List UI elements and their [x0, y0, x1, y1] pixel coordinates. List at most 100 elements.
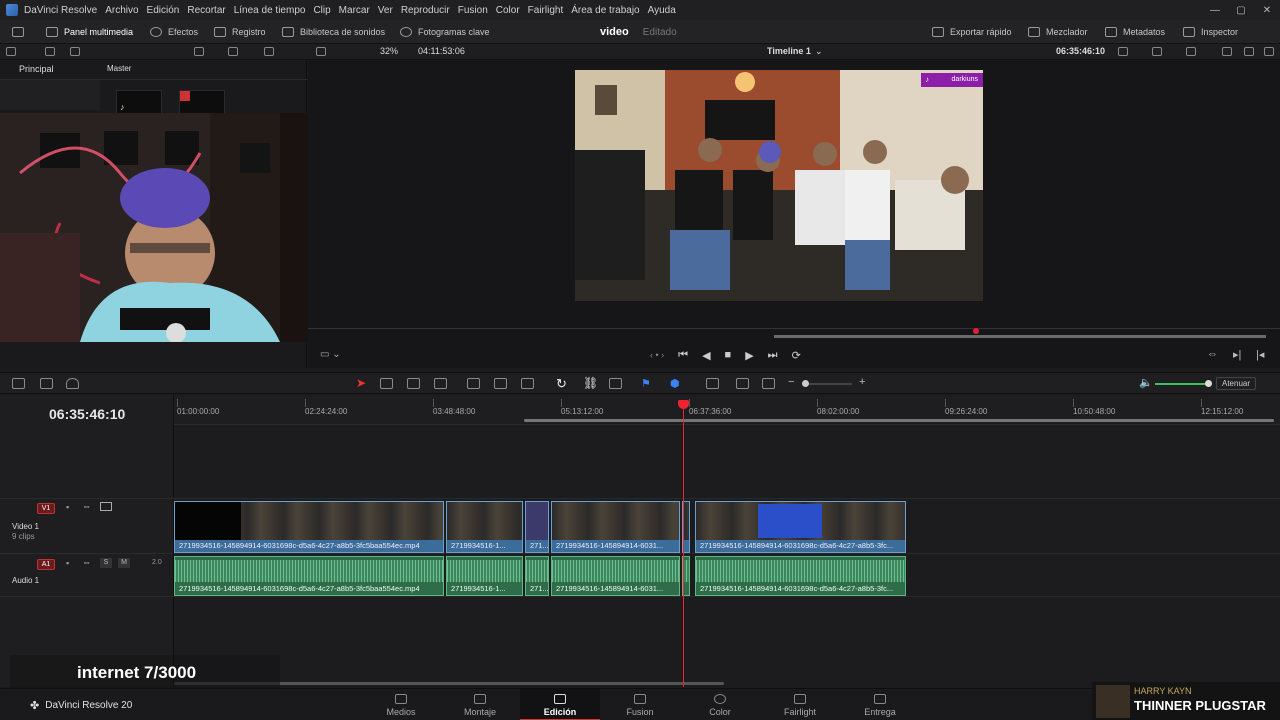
viewer-options-icon[interactable]: [1118, 47, 1128, 56]
blade-tool-icon[interactable]: [434, 378, 447, 389]
maximize-icon[interactable]: ▢: [1228, 5, 1254, 16]
menu-reproducir[interactable]: Reproducir: [401, 5, 450, 16]
zoom-in-icon[interactable]: +: [859, 376, 865, 388]
trim-tool-icon[interactable]: [380, 378, 393, 389]
mute-button[interactable]: M: [118, 558, 130, 568]
menu-area-de-trabajo[interactable]: Área de trabajo: [571, 5, 639, 16]
menu-color[interactable]: Color: [496, 5, 520, 16]
timeline-options-icon[interactable]: [12, 378, 25, 389]
auto-select-icon[interactable]: ⇔: [82, 557, 91, 567]
timeline-ruler[interactable]: 01:00:00:00 02:24:24:00 03:48:48:00 05:1…: [174, 395, 1280, 425]
volume-slider[interactable]: [1155, 380, 1212, 387]
video-clip[interactable]: 2719934516-145894914-6031...: [551, 501, 680, 553]
track-visibility-icon[interactable]: [100, 502, 112, 511]
menu-ver[interactable]: Ver: [378, 5, 393, 16]
link-icon[interactable]: [70, 47, 80, 56]
menu-marcar[interactable]: Marcar: [339, 5, 370, 16]
bin-master[interactable]: Master: [107, 64, 131, 73]
tab-principal[interactable]: Principal: [19, 64, 54, 74]
page-color[interactable]: Color: [680, 689, 760, 720]
overwrite-clip-icon[interactable]: [494, 378, 507, 389]
transform-icon[interactable]: [1186, 47, 1196, 56]
prev-edit-icon[interactable]: |◂: [1256, 348, 1264, 361]
video-clip[interactable]: 2719934516-1...: [446, 501, 523, 553]
minimize-icon[interactable]: —: [1202, 5, 1228, 16]
reverse-icon[interactable]: ◀: [702, 349, 710, 362]
track-badge-a1[interactable]: A1: [37, 559, 55, 570]
selection-tool-icon[interactable]: ➤: [356, 376, 366, 390]
safe-area-icon[interactable]: ▭ ⌄: [320, 349, 341, 360]
menu-fairlight[interactable]: Fairlight: [528, 5, 564, 16]
audio-clip[interactable]: 2719934516-145894914-6031698c-d5a6-4c27-…: [695, 556, 906, 596]
workspace-toggle-button[interactable]: [12, 20, 24, 44]
page-media[interactable]: Medios: [361, 689, 441, 720]
audio-clip[interactable]: 2719934516-145894914-6031...: [551, 556, 680, 596]
video-clip[interactable]: 271...: [525, 501, 549, 553]
snapping-icon[interactable]: ↻: [556, 376, 567, 392]
replace-clip-icon[interactable]: [521, 378, 534, 389]
skip-end-icon[interactable]: ⏭: [768, 349, 778, 362]
zoom-out-icon[interactable]: −: [788, 376, 794, 388]
dynamic-trim-icon[interactable]: [407, 378, 420, 389]
view-icon[interactable]: [40, 378, 53, 389]
mixer-button[interactable]: Mezclador: [1028, 20, 1088, 44]
stop-icon[interactable]: ■: [725, 349, 732, 361]
page-deliver[interactable]: Entrega: [840, 689, 920, 720]
lock-icon[interactable]: [609, 378, 622, 389]
match-frame-icon[interactable]: ⇔: [1207, 348, 1218, 360]
zoom-full-icon[interactable]: [706, 378, 719, 389]
page-cut[interactable]: Montaje: [440, 689, 520, 720]
effects-button[interactable]: Efectos: [150, 20, 198, 44]
loop-icon[interactable]: ⟳: [792, 349, 801, 362]
zoom-detail-icon[interactable]: [736, 378, 749, 389]
skip-start-icon[interactable]: ⏮: [678, 349, 688, 362]
display-icon[interactable]: [1152, 47, 1162, 56]
sort-icon[interactable]: [264, 47, 274, 56]
flag-icon[interactable]: ⚑: [641, 377, 651, 390]
jog-icon[interactable]: ‹ • ›: [650, 350, 664, 360]
grid-view-icon[interactable]: [194, 47, 204, 56]
linked-selection-icon[interactable]: ⛓: [583, 376, 598, 390]
next-edit-icon[interactable]: ▸|: [1233, 348, 1241, 361]
insert-clip-icon[interactable]: [467, 378, 480, 389]
inspector-button[interactable]: Inspector: [1183, 20, 1238, 44]
menu-clip[interactable]: Clip: [313, 5, 330, 16]
track-badge-v1[interactable]: V1: [37, 503, 55, 514]
color-icon[interactable]: [1222, 47, 1232, 56]
layout-icon[interactable]: [6, 47, 16, 56]
zoom-custom-icon[interactable]: [762, 378, 775, 389]
volume-icon[interactable]: 🔈: [1139, 376, 1153, 389]
viewer-scrub-bar[interactable]: [308, 326, 1280, 348]
audio-clip[interactable]: 2719934516-1...: [446, 556, 523, 596]
media-pool-button[interactable]: Panel multimedia: [46, 20, 133, 44]
metadata-button[interactable]: Metadatos: [1105, 20, 1165, 44]
menu-archivo[interactable]: Archivo: [105, 5, 138, 16]
solo-button[interactable]: S: [100, 558, 112, 568]
audio-clip[interactable]: 271...: [525, 556, 549, 596]
chevron-down-icon[interactable]: ⌄: [815, 46, 823, 57]
zoom-level[interactable]: 32%: [380, 46, 398, 56]
timeline-scrollbar[interactable]: [524, 419, 1274, 422]
scrub-playhead[interactable]: [973, 328, 979, 334]
bin-icon[interactable]: [45, 47, 55, 56]
menu-fusion[interactable]: Fusion: [458, 5, 488, 16]
viewer-frame[interactable]: ♪ darkiuns: [575, 70, 983, 301]
viewer-mode-icon[interactable]: [316, 47, 326, 56]
video-clip[interactable]: 2719934516-145894914-6031698c-d5a6-4c27-…: [695, 501, 906, 553]
log-button[interactable]: Registro: [214, 20, 266, 44]
audio-mode-button[interactable]: Atenuar: [1216, 377, 1256, 390]
sound-library-button[interactable]: Biblioteca de sonidos: [282, 20, 385, 44]
play-icon[interactable]: ▶: [745, 349, 753, 362]
keyframes-button[interactable]: Fotogramas clave: [400, 20, 490, 44]
video-clip[interactable]: 2719934516-145894914-6031698c-d5a6-4c27-…: [174, 501, 444, 553]
microphone-icon[interactable]: [66, 378, 79, 389]
lock-track-icon[interactable]: ▪: [66, 502, 69, 512]
lock-track-icon[interactable]: ▪: [66, 558, 69, 568]
fullscreen-icon[interactable]: [1264, 47, 1274, 56]
menu-ayuda[interactable]: Ayuda: [648, 5, 676, 16]
menu-edicion[interactable]: Edición: [147, 5, 180, 16]
menu-linea-de-tiempo[interactable]: Línea de tiempo: [234, 5, 306, 16]
auto-select-icon[interactable]: ⇔: [82, 501, 91, 511]
page-edit[interactable]: Edición: [520, 689, 600, 720]
audio-clip[interactable]: 2719934516-145894914-6031698c-d5a6-4c27-…: [174, 556, 444, 596]
